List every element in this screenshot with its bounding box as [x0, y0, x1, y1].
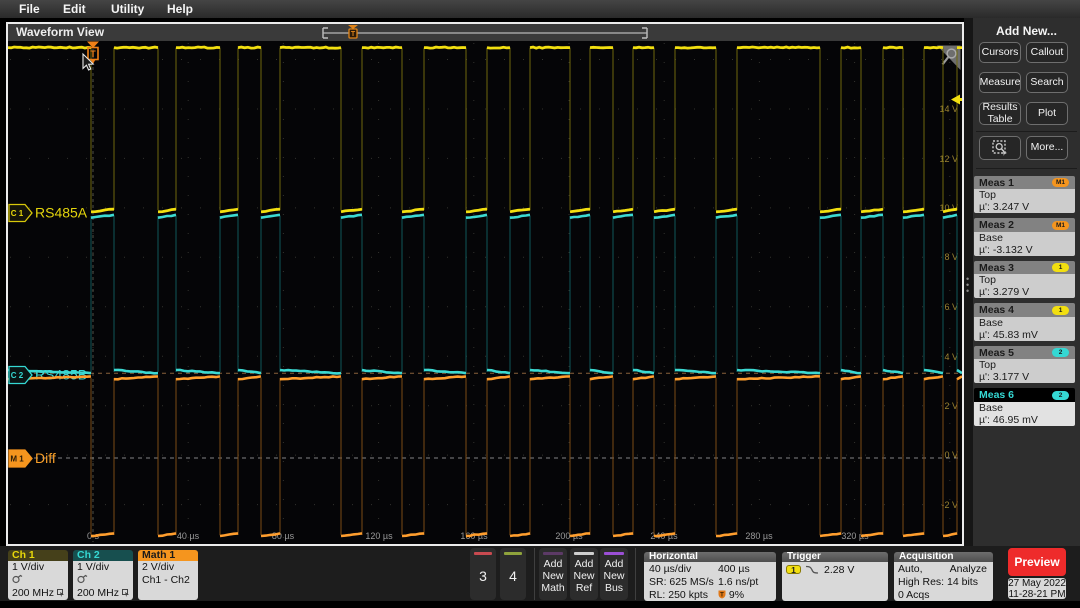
svg-text:-2 V: -2 V [941, 500, 958, 510]
svg-text:M 1: M 1 [10, 455, 24, 464]
svg-text:40 µs: 40 µs [177, 531, 200, 541]
svg-text:2 V: 2 V [944, 401, 958, 411]
svg-text:T: T [720, 593, 724, 599]
svg-text:8 V: 8 V [944, 252, 958, 262]
svg-text:T: T [90, 49, 96, 59]
svg-text:C 1: C 1 [11, 209, 24, 218]
svg-text:T: T [351, 31, 356, 38]
svg-text:C 2: C 2 [11, 371, 24, 380]
svg-text:4 V: 4 V [944, 352, 958, 362]
svg-text:120 µs: 120 µs [365, 531, 393, 541]
svg-text:RS485B: RS485B [35, 367, 87, 383]
svg-text:RS485A: RS485A [35, 205, 88, 221]
svg-text:14 V: 14 V [939, 104, 958, 114]
svg-text:280 µs: 280 µs [745, 531, 773, 541]
svg-text:80 µs: 80 µs [272, 531, 295, 541]
svg-text:12 V: 12 V [939, 154, 958, 164]
svg-text:Diff: Diff [35, 450, 56, 466]
svg-text:6 V: 6 V [944, 302, 958, 312]
